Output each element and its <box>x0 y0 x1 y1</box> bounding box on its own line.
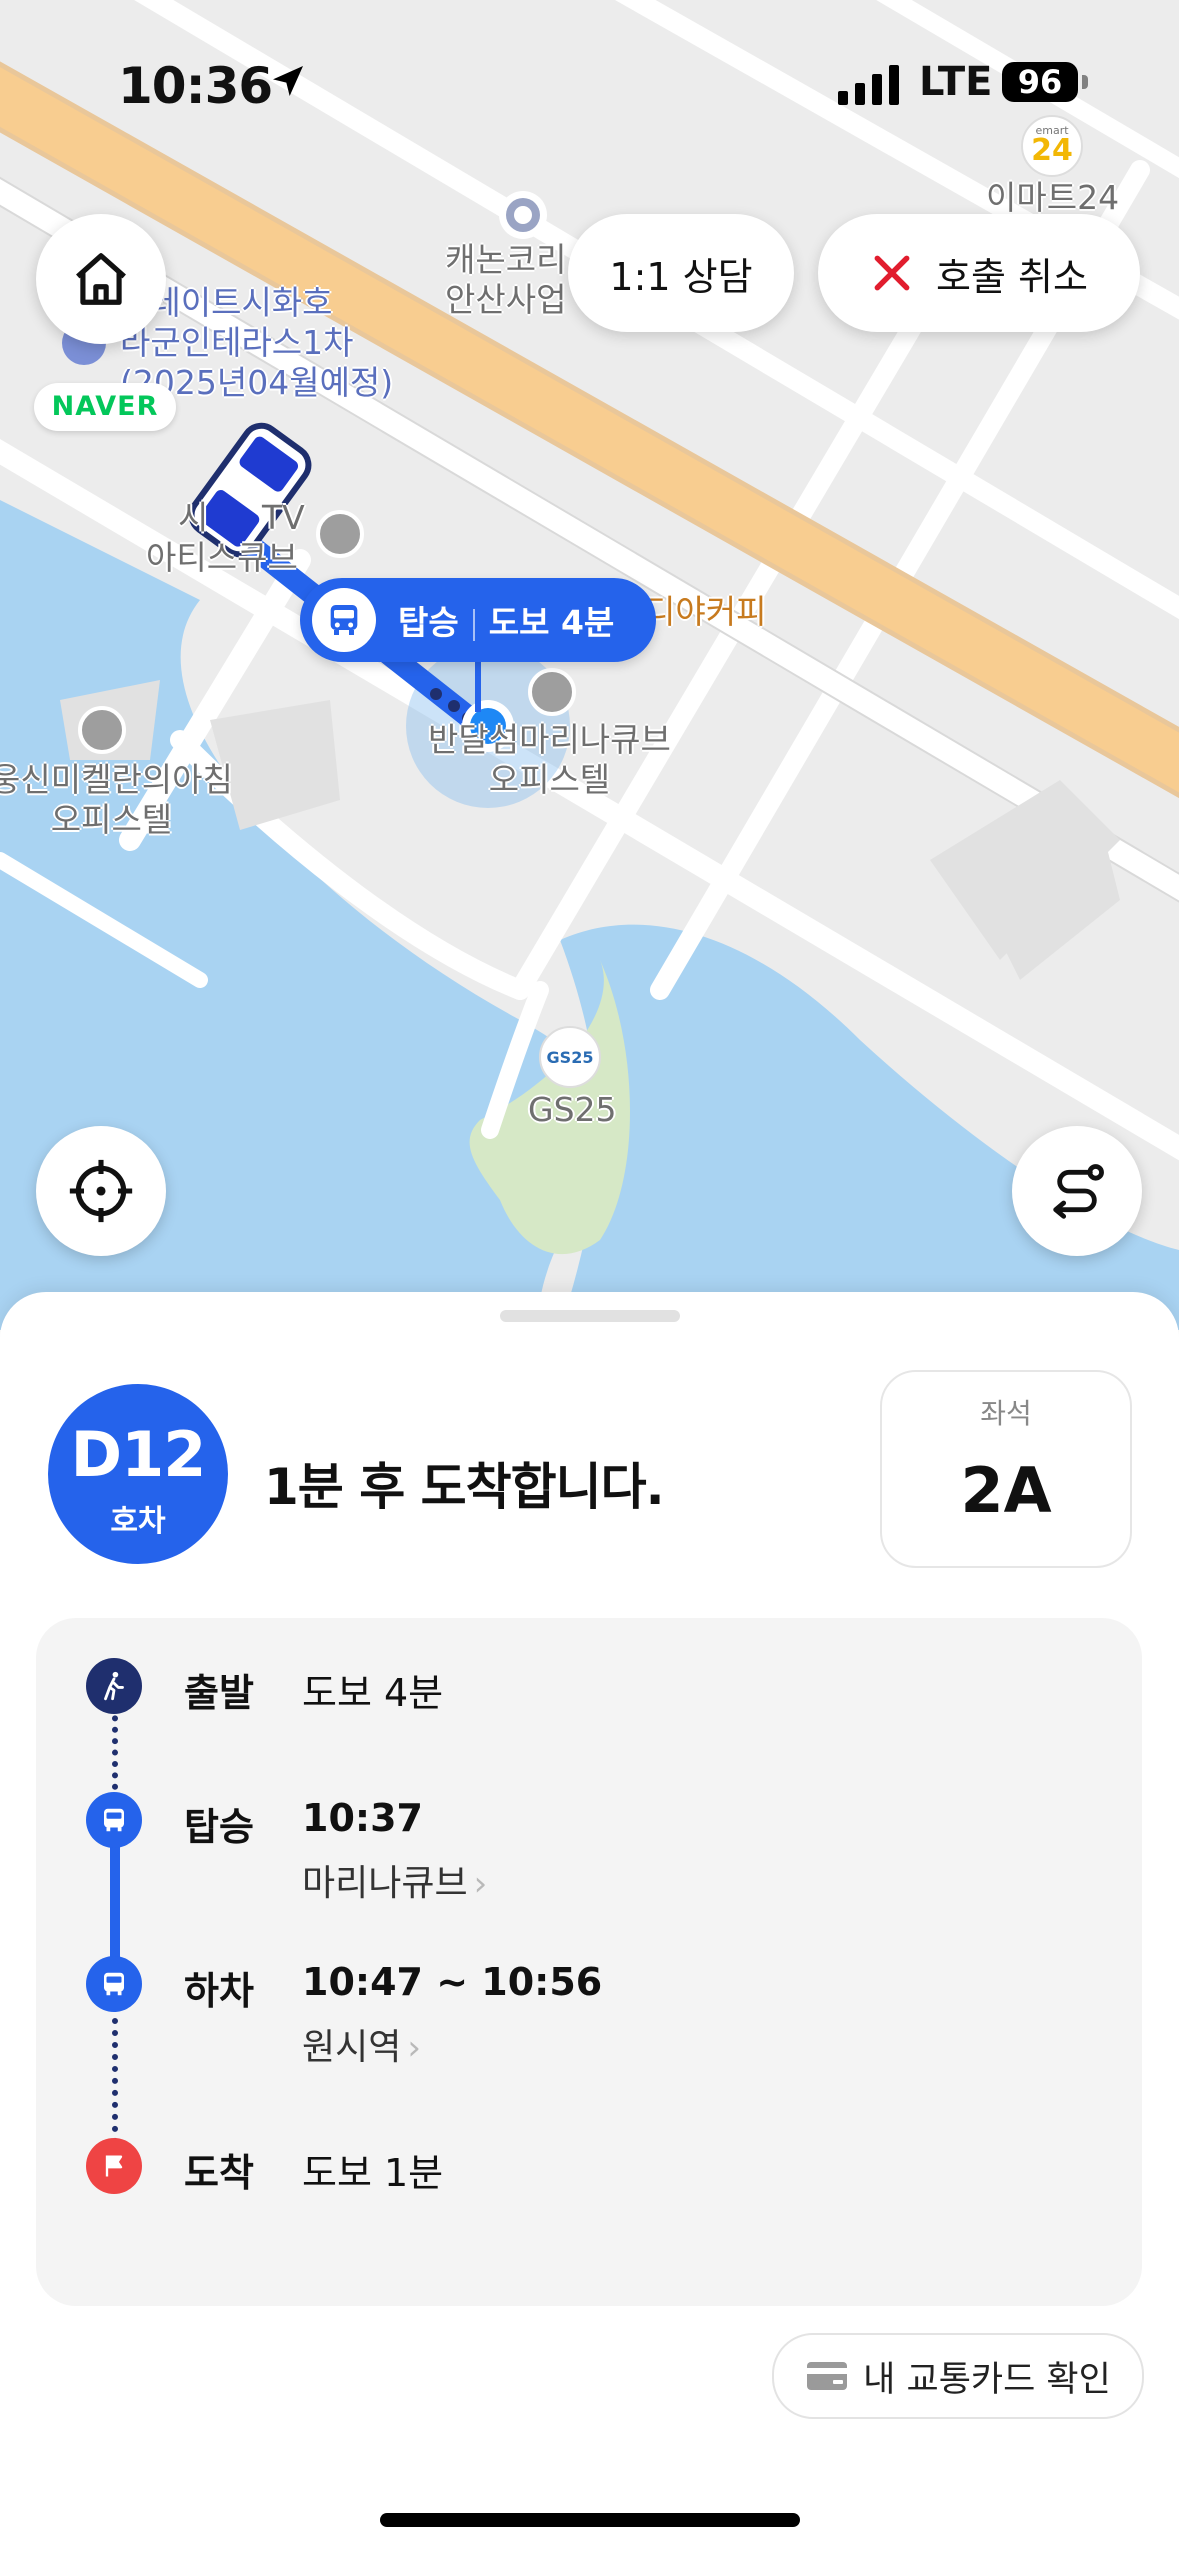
seat-label: 좌석 <box>980 1397 1032 1430</box>
map-label-canon-line1: 캐논코리 <box>445 240 567 279</box>
chevron-right-icon: › <box>473 1864 488 1904</box>
gs25-logo: GS25 <box>547 1048 594 1067</box>
route-timeline: 출발 도보 4분 탑승 10:37 마리나큐브 › 하차 10:47 ~ 10:5… <box>36 1618 1142 2306</box>
home-icon <box>76 253 126 305</box>
close-icon <box>874 255 910 291</box>
flag-icon <box>86 2138 142 2194</box>
board-bus-icon <box>86 1792 142 1848</box>
network-type: LTE <box>919 59 993 105</box>
map-label-emart24: 이마트24 <box>986 178 1120 217</box>
map-label-estate-line2: 라군인테라스1차 <box>120 323 354 362</box>
map-label-marina: 반달섬마리나큐브 오피스텔 <box>428 720 671 800</box>
location-arrow-icon <box>273 66 303 96</box>
status-bar: 10:36 LTE 96 <box>0 55 1179 115</box>
transit-card-label: 내 교통카드 확인 <box>863 2359 1111 2400</box>
transit-card-button[interactable]: 내 교통카드 확인 <box>772 2333 1144 2419</box>
map-label-canon: 캐논코리 안산사업 <box>445 240 566 320</box>
map-label-canon-line2: 안산사업 <box>445 280 567 319</box>
walk-icon <box>86 1658 142 1714</box>
depart-walk-time: 도보 4분 <box>302 1671 444 1715</box>
arrive-label: 도착 <box>184 2151 254 2195</box>
route-icon <box>1053 1164 1104 1219</box>
alight-time: 10:47 ~ 10:56 <box>302 1960 603 2004</box>
cancel-call-label: 호출 취소 <box>936 254 1088 299</box>
naver-map-badge: NAVER <box>34 383 176 431</box>
consult-button[interactable]: 1:1 상담 <box>568 214 794 332</box>
bubble-action: 탑승 <box>398 603 459 642</box>
map-label-gs25: GS25 <box>528 1090 617 1129</box>
board-stop-link[interactable]: 마리나큐브 › <box>302 1854 487 1906</box>
seat-card: 좌석 2A <box>880 1370 1132 1568</box>
alight-stop-link[interactable]: 원시역 › <box>302 2018 421 2070</box>
battery-icon: 96 <box>1002 62 1078 102</box>
board-label: 탑승 <box>184 1805 254 1849</box>
map-label-michelan-line2: 오피스텔 <box>50 800 173 839</box>
map-label-arte-line1b: TV <box>262 498 305 537</box>
alight-stop-name: 원시역 <box>302 2027 402 2068</box>
timeline-dots-2 <box>112 1994 124 2144</box>
arrival-message: 1분 후 도착합니다. <box>264 1458 665 1516</box>
bubble-divider <box>472 608 475 641</box>
home-button[interactable] <box>36 214 166 344</box>
board-stop-name: 마리나큐브 <box>302 1863 468 1904</box>
consult-button-label: 1:1 상담 <box>609 254 753 299</box>
bubble-text: 탑승 도보 4분 <box>398 596 614 644</box>
battery-tip <box>1082 75 1088 89</box>
alight-bus-icon <box>86 1956 142 2012</box>
crosshair-icon <box>69 1159 133 1223</box>
route-view-button[interactable] <box>1012 1126 1142 1256</box>
home-indicator[interactable] <box>380 2513 800 2527</box>
recenter-button[interactable] <box>36 1126 166 1256</box>
signal-strength-icon <box>838 65 899 105</box>
chevron-right-icon: › <box>407 2028 421 2068</box>
bus-icon <box>312 588 376 652</box>
arrive-walk-time: 도보 1분 <box>302 2151 444 2195</box>
boarding-walk-bubble[interactable]: 탑승 도보 4분 <box>300 578 656 662</box>
cancel-call-button[interactable]: 호출 취소 <box>818 214 1140 332</box>
map-label-marina-line2: 오피스텔 <box>488 760 611 799</box>
sheet-drag-handle[interactable] <box>500 1310 680 1322</box>
alight-label: 하차 <box>184 1969 254 2013</box>
map-label-michelan: 웅신미켈란의아침 오피스텔 <box>0 760 233 840</box>
bus-unit: 호차 <box>110 1504 166 1539</box>
bus-number: D12 <box>70 1418 207 1491</box>
map-label-cafe: 디야커피 <box>645 592 767 631</box>
seat-value: 2A <box>960 1454 1052 1527</box>
bus-number-badge: D12 호차 <box>48 1384 228 1564</box>
map-label-marina-line1: 반달섬마리나큐브 <box>428 720 671 759</box>
status-time: 10:36 <box>118 57 273 115</box>
map-label-michelan-line1: 웅신미켈란의아침 <box>0 760 233 799</box>
map-label-arte-line1a: 시 <box>178 498 209 537</box>
map-label-arte-line2: 아티스큐브 <box>146 538 298 577</box>
card-icon <box>807 2362 848 2390</box>
bubble-walk-time: 도보 4분 <box>488 603 615 642</box>
depart-label: 출발 <box>184 1671 254 1715</box>
board-time: 10:37 <box>302 1796 423 1840</box>
emart24-logo-num: 24 <box>1031 133 1073 168</box>
